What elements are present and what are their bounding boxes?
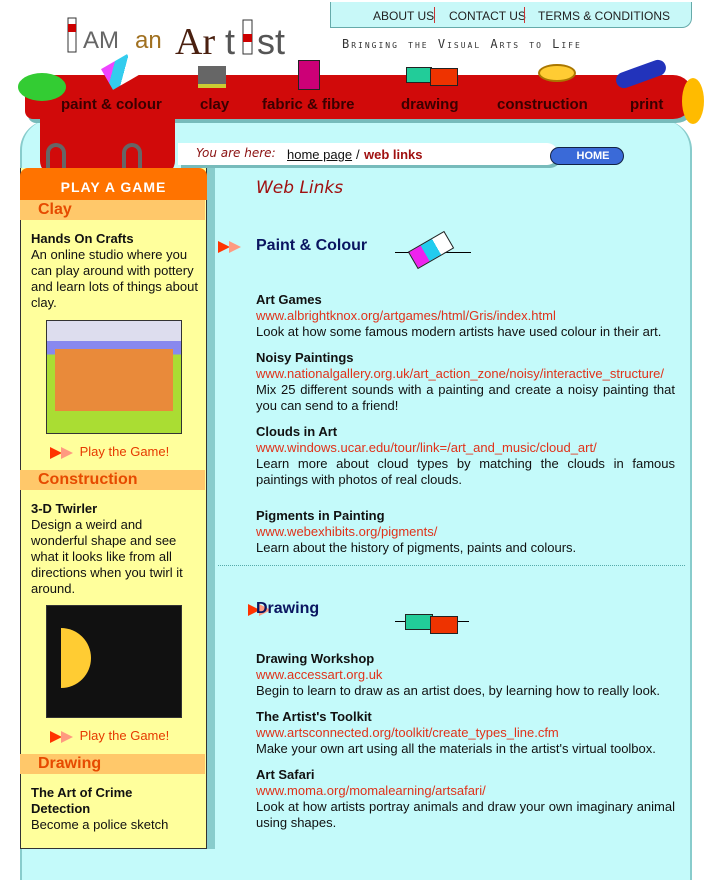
link-url[interactable]: www.windows.ucar.edu/tour/link=/art_and_… bbox=[256, 440, 675, 456]
sidebar-section-header: Construction bbox=[20, 470, 205, 490]
double-arrow-icon bbox=[50, 730, 76, 744]
link-description: Begin to learn to draw as an artist does… bbox=[256, 683, 660, 698]
link-title: The Artist's Toolkit bbox=[256, 709, 372, 724]
eraser-icon bbox=[405, 614, 433, 630]
yellow-paint-splash bbox=[682, 78, 704, 124]
nav-print[interactable]: print bbox=[630, 96, 663, 113]
play-game-link[interactable]: Play the Game! bbox=[50, 728, 169, 744]
link-title: Clouds in Art bbox=[256, 424, 338, 439]
breadcrumb-prefix: You are here: bbox=[196, 146, 276, 160]
link-title: Art Games bbox=[256, 292, 322, 307]
game-description: Design a weird and wonderful shape and s… bbox=[31, 517, 183, 596]
game-title: The Art of Crime Detection bbox=[31, 785, 133, 816]
svg-text:t: t bbox=[225, 21, 235, 57]
link-url[interactable]: www.webexhibits.org/pigments/ bbox=[256, 524, 675, 540]
game-description: An online studio where you can play arou… bbox=[31, 247, 198, 310]
game-description: Become a police sketch bbox=[31, 817, 169, 832]
double-arrow-icon bbox=[50, 446, 76, 460]
about-us-link[interactable]: ABOUT US bbox=[373, 9, 434, 23]
breadcrumb-separator: / bbox=[356, 147, 360, 162]
fabric-pot-icon bbox=[298, 60, 320, 90]
game-screenshot[interactable] bbox=[46, 605, 182, 718]
section-heading: Paint & Colour bbox=[256, 237, 368, 254]
svg-text:AM: AM bbox=[83, 27, 119, 54]
home-button-label: HOME bbox=[576, 150, 610, 162]
page-title: Web Links bbox=[256, 178, 344, 198]
svg-text:Ar: Ar bbox=[175, 21, 215, 57]
sidebar-section-header: Drawing bbox=[20, 754, 205, 774]
nav-paint-colour[interactable]: paint & colour bbox=[61, 96, 162, 113]
link-description: Look at how some famous modern artists h… bbox=[256, 324, 662, 339]
link-title: Noisy Paintings bbox=[256, 350, 354, 365]
eraser-icon bbox=[406, 67, 432, 83]
link-title: Pigments in Painting bbox=[256, 508, 385, 523]
section-divider bbox=[218, 565, 685, 566]
link-item: The Artist's Toolkit www.artsconnected.or… bbox=[256, 709, 675, 757]
link-description: Look at how artists portray animals and … bbox=[256, 799, 675, 830]
link-url[interactable]: www.albrightknox.org/artgames/html/Gris/… bbox=[256, 308, 675, 324]
link-description: Make your own art using all the material… bbox=[256, 741, 656, 756]
nav-drawing[interactable]: drawing bbox=[401, 96, 459, 113]
nav-construction[interactable]: construction bbox=[497, 96, 588, 113]
breadcrumb-home-link[interactable]: home page bbox=[287, 147, 352, 162]
link-item: Pigments in Painting www.webexhibits.org/… bbox=[256, 508, 675, 556]
top-links-bar: ABOUT US CONTACT US TERMS & CONDITIONS bbox=[330, 2, 692, 28]
link-item: Drawing Workshop www.accessart.org.uk Begi… bbox=[256, 651, 675, 699]
link-description: Learn more about cloud types by matching… bbox=[256, 456, 675, 487]
game-title: Hands On Crafts bbox=[31, 231, 134, 246]
game-screenshot[interactable] bbox=[46, 320, 182, 434]
play-game-label: Play the Game! bbox=[79, 444, 170, 459]
link-url[interactable]: www.moma.org/momalearning/artsafari/ bbox=[256, 783, 675, 799]
link-url[interactable]: www.nationalgallery.org.uk/art_action_zo… bbox=[256, 366, 675, 382]
link-item: Clouds in Art www.windows.ucar.edu/tour/l… bbox=[256, 424, 675, 488]
green-paint-splash bbox=[18, 73, 66, 101]
tape-scissors-icon bbox=[538, 64, 576, 82]
link-item: Art Safari www.moma.org/momalearning/arts… bbox=[256, 767, 675, 831]
site-logo[interactable]: AM an Ar t st bbox=[65, 12, 315, 63]
breadcrumb: You are here: home page / web links bbox=[178, 143, 558, 165]
game-title: 3-D Twirler bbox=[31, 501, 98, 516]
breadcrumb-current: web links bbox=[364, 147, 423, 162]
sharpener-icon bbox=[430, 616, 458, 634]
clay-icon bbox=[198, 66, 226, 88]
tagline: Bringing the Visual Arts to Life bbox=[342, 37, 582, 51]
link-item: Noisy Paintings www.nationalgallery.org.u… bbox=[256, 350, 675, 414]
link-title: Art Safari bbox=[256, 767, 315, 782]
play-a-game-header: PLAY A GAME bbox=[20, 168, 207, 200]
sharpener-icon bbox=[430, 68, 458, 86]
link-description: Mix 25 different sounds with a painting … bbox=[256, 382, 675, 413]
sidebar-section-header: Clay bbox=[20, 200, 205, 220]
link-description: Learn about the history of pigments, pai… bbox=[256, 540, 577, 555]
nav-clay[interactable]: clay bbox=[200, 96, 229, 113]
play-game-label: Play the Game! bbox=[79, 728, 170, 743]
terms-link[interactable]: TERMS & CONDITIONS bbox=[538, 9, 670, 23]
section-heading: Drawing bbox=[256, 600, 320, 617]
link-url[interactable]: www.artsconnected.org/toolkit/create_typ… bbox=[256, 725, 675, 741]
double-arrow-icon bbox=[218, 240, 244, 254]
link-title: Drawing Workshop bbox=[256, 651, 375, 666]
link-url[interactable]: www.accessart.org.uk bbox=[256, 667, 675, 683]
play-game-link[interactable]: Play the Game! bbox=[50, 444, 169, 460]
contact-us-link[interactable]: CONTACT US bbox=[449, 9, 526, 23]
link-item: Art Games www.albrightknox.org/artgames/h… bbox=[256, 292, 675, 340]
nav-fabric-fibre[interactable]: fabric & fibre bbox=[262, 96, 355, 113]
svg-text:an: an bbox=[135, 27, 162, 54]
home-button[interactable]: HOME bbox=[550, 147, 624, 165]
svg-text:st: st bbox=[257, 21, 285, 57]
